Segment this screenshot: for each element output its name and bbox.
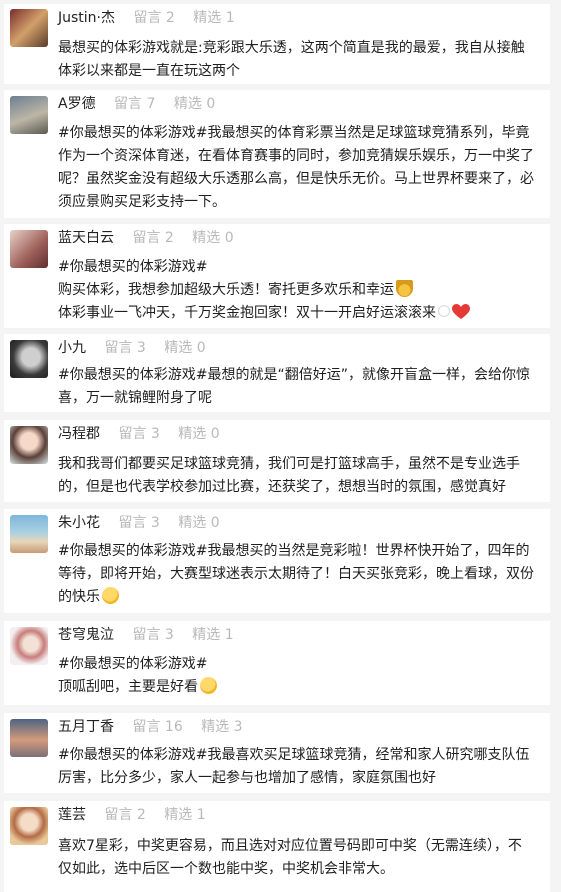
comment-line: 须应景购买足彩支持一下。 (58, 194, 226, 210)
featured-count: 精选 1 (192, 627, 234, 643)
featured-count: 精选 0 (192, 230, 234, 246)
avatar[interactable] (10, 96, 48, 134)
comment-count: 留言 2 (104, 807, 146, 823)
avatar[interactable] (10, 719, 48, 757)
featured-count: 精选 0 (173, 96, 216, 112)
comment-text: #你最想买的体彩游戏#最想的就是“翻倍好运”，就像开盲盒一样，会给你惊 喜，万一… (58, 364, 546, 410)
comment-line: 顶呱刮吧，主要是好看 (58, 676, 546, 699)
username[interactable]: 蓝天白云 (58, 230, 114, 246)
comment-text: #你最想买的体彩游戏# 顶呱刮吧，主要是好看 (58, 653, 546, 699)
comment-line: 体彩事业一飞冲天，千万奖金抱回家！双十一开启好运滚滚来 (58, 302, 546, 325)
username[interactable]: 小九 (58, 340, 86, 356)
avatar[interactable] (10, 807, 48, 845)
comment-count: 留言 16 (132, 719, 183, 735)
medal-emoji-icon (396, 280, 413, 297)
comment-line: #你最想买的体彩游戏#我最想买的当然是竞彩啦！世界杯快开始了，四年的 (58, 543, 530, 559)
comment-text: #你最想买的体彩游戏#我最喜欢买足球篮球竞猜，经常和家人研究哪支队伍 厉害，比分… (58, 744, 546, 790)
comment-line: 的快乐 (58, 586, 546, 609)
featured-count: 精选 0 (178, 426, 220, 442)
comment-line: 等待，即将开始，大赛型球迷表示太期待了！白天买张竞彩，晚上看球，双份 (58, 566, 534, 582)
username[interactable]: 冯程郡 (58, 426, 100, 442)
avatar[interactable] (10, 515, 48, 553)
avatar[interactable] (10, 230, 48, 268)
comment-line: 呢？虽然奖金没有超级大乐透那么高，但是快乐无价。马上世界杯要来了，必 (58, 171, 534, 187)
comment-text: #你最想买的体彩游戏#我最想买的当然是竞彩啦！世界杯快开始了，四年的 等待，即将… (58, 540, 546, 609)
username[interactable]: 莲芸 (58, 807, 86, 823)
comment-card: 朱小花 留言 3 精选 0 #你最想买的体彩游戏#我最想买的当然是竞彩啦！世界杯… (4, 509, 550, 613)
flower-emoji-icon (438, 305, 450, 317)
comment-count: 留言 3 (118, 426, 160, 442)
comment-count: 留言 2 (133, 10, 175, 26)
featured-count: 精选 3 (201, 719, 243, 735)
comment-text: 最想买的体彩游戏就是:竞彩跟大乐透，这两个简直是我的最爱，我自从接触 体彩以来都… (58, 37, 546, 83)
comment-line: 厉害，比分多少，家人一起参与也增加了感情，家庭氛围也好 (58, 770, 436, 786)
comment-text: #你最想买的体彩游戏# 购买体彩，我想参加超级大乐透！寄托更多欢乐和幸运 体彩事… (58, 256, 546, 325)
username[interactable]: 朱小花 (58, 515, 100, 531)
username[interactable]: Justin·杰 (58, 10, 115, 26)
avatar[interactable] (10, 9, 48, 47)
comment-count: 留言 3 (104, 340, 146, 356)
comment-card: A罗德 留言 7 精选 0 #你最想买的体彩游戏#我最想买的体育彩票当然是足球篮… (4, 90, 550, 218)
featured-count: 精选 0 (178, 515, 220, 531)
comment-card: 冯程郡 留言 3 精选 0 我和我哥们都要买足球篮球竞猜，我们可是打篮球高手，虽… (4, 420, 550, 502)
avatar[interactable] (10, 426, 48, 464)
avatar[interactable] (10, 340, 48, 378)
comment-line: #你最想买的体彩游戏#我最喜欢买足球篮球竞猜，经常和家人研究哪支队伍 (58, 747, 530, 763)
avatar[interactable] (10, 627, 48, 665)
comment-card: 蓝天白云 留言 2 精选 0 #你最想买的体彩游戏# 购买体彩，我想参加超级大乐… (4, 224, 550, 328)
featured-count: 精选 1 (164, 807, 206, 823)
comment-count: 留言 7 (114, 96, 156, 112)
heart-emoji-icon (452, 304, 470, 320)
laughing-face-emoji-icon (200, 677, 217, 694)
comment-line: #你最想买的体彩游戏# (58, 259, 208, 275)
comment-text: 喜欢7星彩，中奖更容易，而且选对对应位置号码即可中奖（无需连续），不 仅如此，选… (58, 835, 546, 881)
comment-card: 小九 留言 3 精选 0 #你最想买的体彩游戏#最想的就是“翻倍好运”，就像开盲… (4, 334, 550, 412)
username[interactable]: 苍穹鬼泣 (58, 627, 114, 643)
comment-line: #你最想买的体彩游戏#我最想买的体育彩票当然是足球篮球竞猜系列，毕竟 (58, 125, 530, 141)
comment-card: 苍穹鬼泣 留言 3 精选 1 #你最想买的体彩游戏# 顶呱刮吧，主要是好看 (4, 621, 550, 705)
username[interactable]: A罗德 (58, 96, 96, 112)
comment-line: 我和我哥们都要买足球篮球竞猜，我们可是打篮球高手，虽然不是专业选手 (58, 456, 520, 472)
comment-text: #你最想买的体彩游戏#我最想买的体育彩票当然是足球篮球竞猜系列，毕竟 作为一个资… (58, 122, 546, 214)
comment-count: 留言 3 (132, 627, 174, 643)
comment-text: 我和我哥们都要买足球篮球竞猜，我们可是打篮球高手，虽然不是专业选手 的，但是也代… (58, 453, 546, 499)
comment-line: 仅如此，选中后区一个数也能中奖，中奖机会非常大。 (58, 861, 394, 877)
comment-line: 体彩以来都是一直在玩这两个 (58, 63, 240, 79)
comment-card: 莲芸 留言 2 精选 1 喜欢7星彩，中奖更容易，而且选对对应位置号码即可中奖（… (4, 801, 550, 892)
grinning-face-emoji-icon (102, 587, 119, 604)
username[interactable]: 五月丁香 (58, 719, 114, 735)
comment-card: 五月丁香 留言 16 精选 3 #你最想买的体彩游戏#我最喜欢买足球篮球竞猜，经… (4, 713, 550, 793)
comment-line: 购买体彩，我想参加超级大乐透！寄托更多欢乐和幸运 (58, 279, 546, 302)
comment-line: #你最想买的体彩游戏# (58, 656, 208, 672)
comment-line: 喜，万一就锦鲤附身了呢 (58, 390, 212, 406)
featured-count: 精选 0 (164, 340, 206, 356)
comment-card: Justin·杰 留言 2 精选 1 最想买的体彩游戏就是:竞彩跟大乐透，这两个… (4, 4, 550, 84)
comment-line: 喜欢7星彩，中奖更容易，而且选对对应位置号码即可中奖（无需连续），不 (58, 838, 522, 854)
comment-line: 的，但是也代表学校参加过比赛，还获奖了，想想当时的氛围，感觉真好 (58, 479, 506, 495)
comment-line: 作为一个资深体育迷，在看体育赛事的同时，参加竞猜娱乐娱乐，万一中奖了 (58, 148, 534, 164)
comment-count: 留言 2 (132, 230, 174, 246)
featured-count: 精选 1 (193, 10, 235, 26)
comment-feed: Justin·杰 留言 2 精选 1 最想买的体彩游戏就是:竞彩跟大乐透，这两个… (0, 0, 561, 892)
comment-line: #你最想买的体彩游戏#最想的就是“翻倍好运”，就像开盲盒一样，会给你惊 (58, 367, 530, 383)
comment-count: 留言 3 (118, 515, 160, 531)
comment-line: 最想买的体彩游戏就是:竞彩跟大乐透，这两个简直是我的最爱，我自从接触 (58, 40, 525, 56)
